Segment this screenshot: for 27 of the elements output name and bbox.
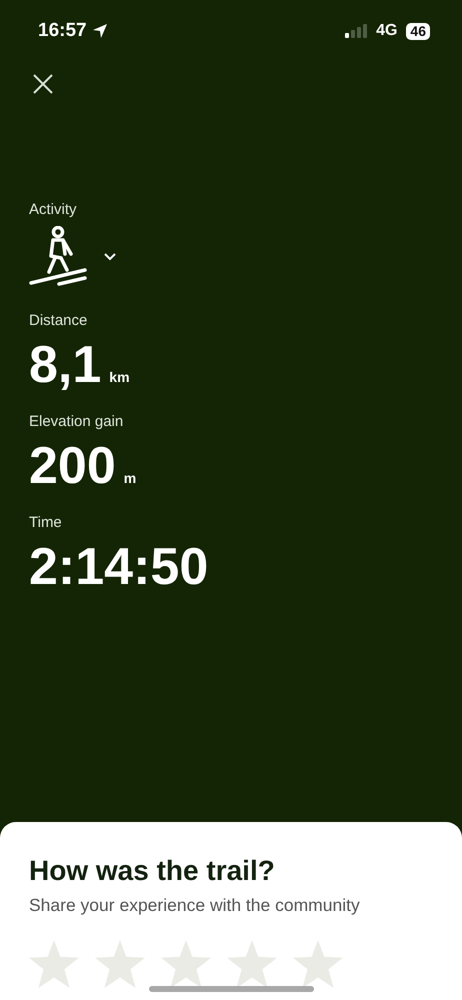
network-label: 4G [376, 22, 398, 40]
star-rating[interactable] [29, 940, 343, 988]
star-icon[interactable] [293, 940, 343, 988]
sheet-title: How was the trail? [29, 855, 276, 887]
stat-unit: km [109, 369, 130, 385]
close-icon [32, 73, 54, 95]
stat-value: 8,1 [29, 337, 102, 393]
location-arrow-icon [92, 23, 108, 39]
star-icon[interactable] [227, 940, 277, 988]
chevron-down-icon [103, 252, 117, 260]
stat-unit: m [124, 470, 136, 486]
stat-label: Distance [29, 312, 88, 329]
hiker-icon [29, 226, 87, 286]
close-button[interactable] [32, 73, 54, 95]
star-icon[interactable] [161, 940, 211, 988]
star-icon[interactable] [95, 940, 145, 988]
stat-value: 200 [29, 438, 116, 494]
stat-label: Time [29, 514, 62, 531]
signal-icon [345, 24, 368, 38]
stat-value: 2:14:50 [29, 539, 208, 595]
battery-indicator: 46 [406, 22, 430, 40]
activity-selector[interactable] [29, 226, 117, 286]
stat-label: Elevation gain [29, 413, 124, 430]
star-icon[interactable] [29, 940, 79, 988]
sheet-subtitle: Share your experience with the community [29, 895, 361, 916]
activity-label: Activity [29, 201, 77, 218]
status-time: 16:57 [38, 20, 87, 42]
